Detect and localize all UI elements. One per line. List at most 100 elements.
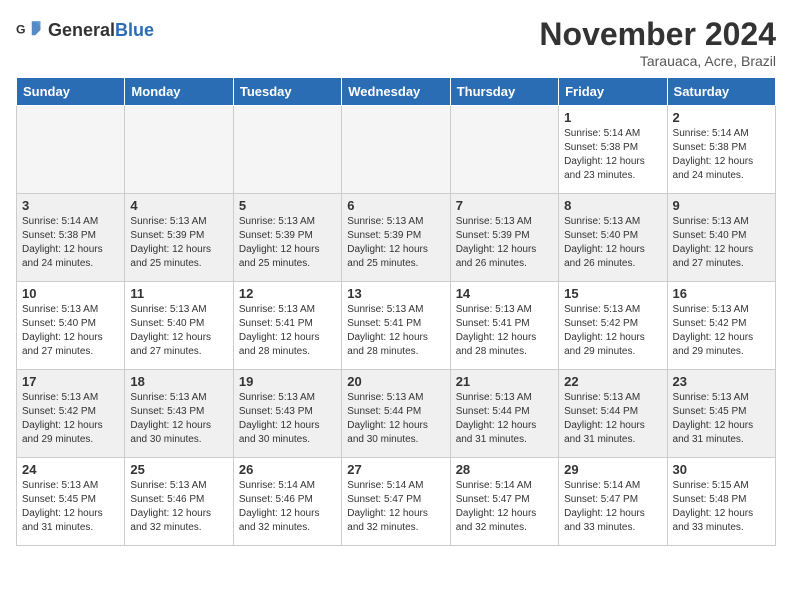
calendar-day-cell: 21 Sunrise: 5:13 AMSunset: 5:44 PMDaylig… — [450, 370, 558, 458]
day-number: 21 — [456, 374, 553, 389]
calendar-day-cell: 25 Sunrise: 5:13 AMSunset: 5:46 PMDaylig… — [125, 458, 233, 546]
calendar-day-cell: 27 Sunrise: 5:14 AMSunset: 5:47 PMDaylig… — [342, 458, 450, 546]
day-info: Sunrise: 5:14 AMSunset: 5:38 PMDaylight:… — [673, 127, 770, 183]
day-info: Sunrise: 5:13 AMSunset: 5:43 PMDaylight:… — [130, 391, 227, 447]
day-number: 16 — [673, 286, 770, 301]
calendar-day-cell: 12 Sunrise: 5:13 AMSunset: 5:41 PMDaylig… — [233, 282, 341, 370]
calendar-day-cell: 23 Sunrise: 5:13 AMSunset: 5:45 PMDaylig… — [667, 370, 775, 458]
calendar-day-cell: 20 Sunrise: 5:13 AMSunset: 5:44 PMDaylig… — [342, 370, 450, 458]
day-info: Sunrise: 5:13 AMSunset: 5:41 PMDaylight:… — [456, 303, 553, 359]
day-info: Sunrise: 5:14 AMSunset: 5:47 PMDaylight:… — [456, 479, 553, 535]
calendar-day-cell: 15 Sunrise: 5:13 AMSunset: 5:42 PMDaylig… — [559, 282, 667, 370]
day-number: 10 — [22, 286, 119, 301]
day-info: Sunrise: 5:13 AMSunset: 5:40 PMDaylight:… — [22, 303, 119, 359]
day-info: Sunrise: 5:13 AMSunset: 5:39 PMDaylight:… — [456, 215, 553, 271]
day-number: 13 — [347, 286, 444, 301]
calendar-day-cell: 7 Sunrise: 5:13 AMSunset: 5:39 PMDayligh… — [450, 194, 558, 282]
svg-text:G: G — [16, 23, 26, 37]
calendar-header-row: Sunday Monday Tuesday Wednesday Thursday… — [17, 78, 776, 106]
calendar-day-cell: 22 Sunrise: 5:13 AMSunset: 5:44 PMDaylig… — [559, 370, 667, 458]
day-info: Sunrise: 5:13 AMSunset: 5:39 PMDaylight:… — [347, 215, 444, 271]
calendar-day-cell: 9 Sunrise: 5:13 AMSunset: 5:40 PMDayligh… — [667, 194, 775, 282]
day-number: 17 — [22, 374, 119, 389]
day-number: 2 — [673, 110, 770, 125]
day-info: Sunrise: 5:13 AMSunset: 5:39 PMDaylight:… — [239, 215, 336, 271]
day-info: Sunrise: 5:15 AMSunset: 5:48 PMDaylight:… — [673, 479, 770, 535]
day-number: 24 — [22, 462, 119, 477]
calendar-day-cell: 10 Sunrise: 5:13 AMSunset: 5:40 PMDaylig… — [17, 282, 125, 370]
day-number: 18 — [130, 374, 227, 389]
day-info: Sunrise: 5:13 AMSunset: 5:42 PMDaylight:… — [22, 391, 119, 447]
day-info: Sunrise: 5:13 AMSunset: 5:45 PMDaylight:… — [673, 391, 770, 447]
day-info: Sunrise: 5:13 AMSunset: 5:44 PMDaylight:… — [456, 391, 553, 447]
day-number: 19 — [239, 374, 336, 389]
logo-text-blue: Blue — [115, 20, 154, 40]
calendar-day-cell: 1 Sunrise: 5:14 AMSunset: 5:38 PMDayligh… — [559, 106, 667, 194]
header-thursday: Thursday — [450, 78, 558, 106]
day-info: Sunrise: 5:14 AMSunset: 5:46 PMDaylight:… — [239, 479, 336, 535]
day-number: 15 — [564, 286, 661, 301]
day-number: 22 — [564, 374, 661, 389]
day-number: 12 — [239, 286, 336, 301]
calendar-table: Sunday Monday Tuesday Wednesday Thursday… — [16, 77, 776, 546]
day-info: Sunrise: 5:13 AMSunset: 5:41 PMDaylight:… — [239, 303, 336, 359]
calendar-day-cell: 14 Sunrise: 5:13 AMSunset: 5:41 PMDaylig… — [450, 282, 558, 370]
header-monday: Monday — [125, 78, 233, 106]
calendar-day-cell: 11 Sunrise: 5:13 AMSunset: 5:40 PMDaylig… — [125, 282, 233, 370]
calendar-day-cell: 3 Sunrise: 5:14 AMSunset: 5:38 PMDayligh… — [17, 194, 125, 282]
day-info: Sunrise: 5:13 AMSunset: 5:45 PMDaylight:… — [22, 479, 119, 535]
calendar-day-cell — [125, 106, 233, 194]
location-subtitle: Tarauaca, Acre, Brazil — [539, 53, 776, 69]
calendar-week-row: 17 Sunrise: 5:13 AMSunset: 5:42 PMDaylig… — [17, 370, 776, 458]
calendar-day-cell: 8 Sunrise: 5:13 AMSunset: 5:40 PMDayligh… — [559, 194, 667, 282]
day-info: Sunrise: 5:13 AMSunset: 5:43 PMDaylight:… — [239, 391, 336, 447]
day-info: Sunrise: 5:13 AMSunset: 5:44 PMDaylight:… — [564, 391, 661, 447]
day-info: Sunrise: 5:13 AMSunset: 5:39 PMDaylight:… — [130, 215, 227, 271]
day-number: 3 — [22, 198, 119, 213]
calendar-day-cell — [17, 106, 125, 194]
header-wednesday: Wednesday — [342, 78, 450, 106]
calendar-day-cell: 6 Sunrise: 5:13 AMSunset: 5:39 PMDayligh… — [342, 194, 450, 282]
day-number: 11 — [130, 286, 227, 301]
calendar-day-cell: 2 Sunrise: 5:14 AMSunset: 5:38 PMDayligh… — [667, 106, 775, 194]
day-number: 20 — [347, 374, 444, 389]
logo-text-general: General — [48, 20, 115, 40]
title-area: November 2024 Tarauaca, Acre, Brazil — [539, 16, 776, 69]
calendar-day-cell: 18 Sunrise: 5:13 AMSunset: 5:43 PMDaylig… — [125, 370, 233, 458]
header-tuesday: Tuesday — [233, 78, 341, 106]
calendar-day-cell: 26 Sunrise: 5:14 AMSunset: 5:46 PMDaylig… — [233, 458, 341, 546]
calendar-week-row: 24 Sunrise: 5:13 AMSunset: 5:45 PMDaylig… — [17, 458, 776, 546]
calendar-day-cell — [342, 106, 450, 194]
day-info: Sunrise: 5:13 AMSunset: 5:42 PMDaylight:… — [564, 303, 661, 359]
day-number: 29 — [564, 462, 661, 477]
day-number: 8 — [564, 198, 661, 213]
day-info: Sunrise: 5:13 AMSunset: 5:40 PMDaylight:… — [564, 215, 661, 271]
day-number: 5 — [239, 198, 336, 213]
logo-icon: G — [16, 16, 44, 44]
header-friday: Friday — [559, 78, 667, 106]
day-number: 25 — [130, 462, 227, 477]
calendar-day-cell: 19 Sunrise: 5:13 AMSunset: 5:43 PMDaylig… — [233, 370, 341, 458]
day-info: Sunrise: 5:13 AMSunset: 5:42 PMDaylight:… — [673, 303, 770, 359]
calendar-day-cell — [233, 106, 341, 194]
calendar-day-cell: 28 Sunrise: 5:14 AMSunset: 5:47 PMDaylig… — [450, 458, 558, 546]
day-info: Sunrise: 5:14 AMSunset: 5:38 PMDaylight:… — [22, 215, 119, 271]
day-info: Sunrise: 5:13 AMSunset: 5:40 PMDaylight:… — [130, 303, 227, 359]
day-info: Sunrise: 5:13 AMSunset: 5:46 PMDaylight:… — [130, 479, 227, 535]
calendar-week-row: 1 Sunrise: 5:14 AMSunset: 5:38 PMDayligh… — [17, 106, 776, 194]
header: G GeneralBlue November 2024 Tarauaca, Ac… — [16, 16, 776, 69]
header-sunday: Sunday — [17, 78, 125, 106]
calendar-day-cell: 30 Sunrise: 5:15 AMSunset: 5:48 PMDaylig… — [667, 458, 775, 546]
day-info: Sunrise: 5:13 AMSunset: 5:40 PMDaylight:… — [673, 215, 770, 271]
day-info: Sunrise: 5:13 AMSunset: 5:44 PMDaylight:… — [347, 391, 444, 447]
day-number: 14 — [456, 286, 553, 301]
calendar-week-row: 10 Sunrise: 5:13 AMSunset: 5:40 PMDaylig… — [17, 282, 776, 370]
day-info: Sunrise: 5:14 AMSunset: 5:47 PMDaylight:… — [564, 479, 661, 535]
day-info: Sunrise: 5:14 AMSunset: 5:47 PMDaylight:… — [347, 479, 444, 535]
day-info: Sunrise: 5:13 AMSunset: 5:41 PMDaylight:… — [347, 303, 444, 359]
calendar-day-cell: 5 Sunrise: 5:13 AMSunset: 5:39 PMDayligh… — [233, 194, 341, 282]
day-number: 1 — [564, 110, 661, 125]
calendar-day-cell: 4 Sunrise: 5:13 AMSunset: 5:39 PMDayligh… — [125, 194, 233, 282]
day-number: 4 — [130, 198, 227, 213]
logo: G GeneralBlue — [16, 16, 154, 44]
